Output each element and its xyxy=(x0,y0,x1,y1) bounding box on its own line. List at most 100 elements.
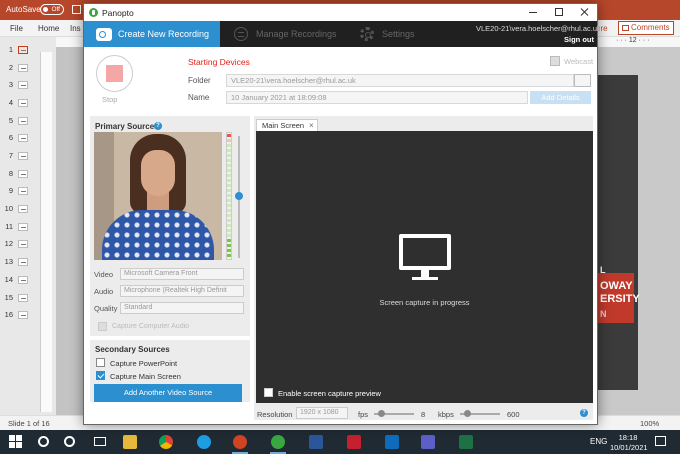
chrome-icon[interactable] xyxy=(158,434,174,450)
slide-thumb[interactable]: 8 xyxy=(4,169,34,180)
tab-create-new-recording[interactable]: Create New Recording xyxy=(84,21,220,47)
folder-label: Folder xyxy=(188,76,211,85)
slide-number: 11 xyxy=(5,222,13,231)
volume-slider-handle[interactable] xyxy=(235,192,243,200)
add-video-source-button[interactable]: Add Another Video Source xyxy=(94,384,242,402)
search-icon[interactable] xyxy=(36,434,52,450)
slide-thumb[interactable]: 6 xyxy=(4,133,34,144)
slide-number: 9 xyxy=(8,186,13,195)
slide-thumb[interactable]: 7 xyxy=(4,151,34,162)
language-indicator[interactable]: ENG xyxy=(590,437,607,446)
audio-label: Audio xyxy=(94,287,114,296)
cortana-icon[interactable] xyxy=(62,434,78,450)
slide-thumb[interactable]: 4 xyxy=(4,98,34,109)
notifications-icon[interactable] xyxy=(655,436,666,446)
slide-thumb[interactable]: 11 xyxy=(4,222,34,233)
excel-icon[interactable] xyxy=(458,434,474,450)
teams-icon[interactable] xyxy=(420,434,436,450)
primary-sources-panel: Primary Sources ? Video Microsoft Camera… xyxy=(90,116,250,336)
panopto-logo-icon xyxy=(89,8,98,17)
comments-label: Comments xyxy=(631,23,670,32)
slide-thumb[interactable]: 12 xyxy=(4,239,34,250)
slide-number: 4 xyxy=(8,98,13,107)
task-view-icon[interactable] xyxy=(92,434,108,450)
slide-number: 12 xyxy=(4,239,13,248)
clock-time: 18:18 xyxy=(618,433,638,442)
quality-select[interactable]: Standard xyxy=(120,302,244,314)
file-explorer-icon[interactable] xyxy=(122,434,138,450)
windows-start-icon[interactable] xyxy=(8,434,24,450)
help-icon[interactable]: ? xyxy=(580,409,588,417)
secondary-sources-panel: Secondary Sources Capture PowerPoint Cap… xyxy=(90,340,250,402)
slide-thumb[interactable]: 14 xyxy=(4,275,34,286)
slide-number: 10 xyxy=(4,204,13,213)
word-icon[interactable] xyxy=(308,434,324,450)
capture-computer-audio-checkbox[interactable] xyxy=(98,322,107,331)
autosave-toggle[interactable]: Off xyxy=(40,4,64,15)
slide-canvas[interactable]: L OWAY ERSITY N xyxy=(598,75,640,390)
add-details-button[interactable]: Add Details xyxy=(530,91,591,104)
status-message: Starting Devices xyxy=(188,57,250,67)
slide-thumb[interactable]: 3 xyxy=(4,80,34,91)
slide-number: 5 xyxy=(8,116,13,125)
minimize-button[interactable] xyxy=(520,4,546,21)
slide-thumb[interactable]: 15 xyxy=(4,293,34,304)
name-field[interactable]: 10 January 2021 at 18:09:08 xyxy=(226,91,528,104)
audio-source-select[interactable]: Microphone (Realtek High Definit xyxy=(120,285,244,297)
slide-thumb[interactable]: 2 xyxy=(4,63,34,74)
save-icon[interactable] xyxy=(72,5,81,14)
slide-thumb[interactable]: 16 xyxy=(4,310,34,321)
capture-computer-audio-label: Capture Computer Audio xyxy=(112,323,190,330)
capture-powerpoint-checkbox[interactable] xyxy=(96,358,105,367)
zoom-level[interactable]: 100% xyxy=(640,419,659,428)
slide-thumb[interactable]: 13 xyxy=(4,257,34,268)
capture-powerpoint-label: Capture PowerPoint xyxy=(110,359,178,368)
ribbon-tab-file[interactable]: File xyxy=(10,24,23,33)
video-label: Video xyxy=(94,270,114,279)
tab-settings-label: Settings xyxy=(382,29,415,39)
fps-slider-handle[interactable] xyxy=(378,410,385,417)
resolution-select[interactable]: 1920 x 1080 xyxy=(296,407,348,419)
camera-icon xyxy=(96,28,112,41)
slide-thumb[interactable]: 5 xyxy=(4,116,34,127)
tab-settings[interactable]: Settings xyxy=(360,21,415,47)
app-icon[interactable] xyxy=(346,434,362,450)
slide-thumb[interactable]: 10 xyxy=(4,204,34,215)
slide-number: 3 xyxy=(8,80,13,89)
close-button[interactable] xyxy=(572,4,598,21)
slide-number: 1 xyxy=(8,45,13,54)
folder-field[interactable]: VLE20-21\vera.hoelscher@rhul.ac.uk xyxy=(226,74,574,87)
tab-main-screen[interactable]: Main Screen × xyxy=(256,119,318,131)
skype-icon[interactable] xyxy=(196,434,212,450)
kbps-slider-handle[interactable] xyxy=(464,410,471,417)
folder-browse-button[interactable] xyxy=(574,74,591,87)
powerpoint-taskbar-icon[interactable] xyxy=(232,434,248,454)
autosave-label: AutoSave xyxy=(6,5,41,14)
webcast-label: Webcast xyxy=(564,57,594,66)
panopto-nav-bar: Create New Recording Manage Recordings S… xyxy=(84,21,601,47)
tab-manage-recordings[interactable]: Manage Recordings xyxy=(234,21,337,47)
capture-main-screen-checkbox[interactable] xyxy=(96,371,105,380)
ribbon-tab-home[interactable]: Home xyxy=(38,24,59,33)
main-screen-panel: Main Screen × Screen capture in progress… xyxy=(254,116,593,420)
maximize-button[interactable] xyxy=(546,4,572,21)
ribbon-tab-insert[interactable]: Ins xyxy=(70,24,81,33)
slide-thumb[interactable]: 1 xyxy=(4,45,34,56)
slide-thumb[interactable]: 9 xyxy=(4,186,34,197)
outlook-icon[interactable] xyxy=(384,434,400,450)
webcast-checkbox[interactable] xyxy=(550,56,560,66)
clock-date: 10/01/2021 xyxy=(610,443,648,452)
enable-preview-checkbox[interactable] xyxy=(264,388,273,397)
taskbar-clock[interactable]: 18:18 10/01/2021 xyxy=(610,433,648,453)
video-source-select[interactable]: Microsoft Camera Front xyxy=(120,268,244,280)
stop-recording-button[interactable] xyxy=(96,55,133,92)
panopto-taskbar-icon[interactable] xyxy=(270,434,286,454)
tab-create-label: Create New Recording xyxy=(118,29,210,39)
slide-text: L xyxy=(600,265,606,275)
close-tab-icon[interactable]: × xyxy=(309,120,314,131)
vertical-ruler xyxy=(40,52,52,412)
help-icon[interactable]: ? xyxy=(154,122,162,130)
sign-out-link[interactable]: Sign out xyxy=(564,35,594,44)
slide-number: 14 xyxy=(4,275,13,284)
comments-button[interactable]: Comments xyxy=(618,21,674,35)
